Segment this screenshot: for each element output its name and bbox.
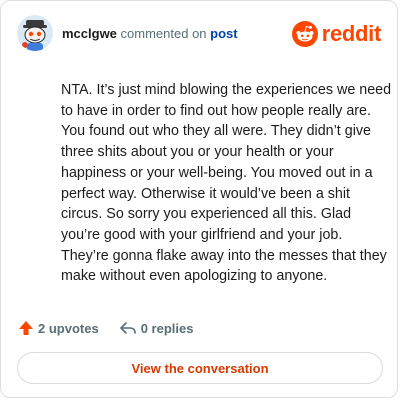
comment-header: mcclgwe commented on post reddit (17, 15, 381, 55)
comment-actions: 2 upvotes 0 replies (18, 317, 213, 339)
reply-arrow-icon (119, 322, 136, 334)
snoo-avatar-icon (17, 15, 53, 51)
reply-count: 0 replies (140, 320, 194, 336)
upvote-count: 2 upvotes (38, 320, 99, 336)
username[interactable]: mcclgwe (62, 26, 117, 41)
comment-meta: mcclgwe commented on post (62, 26, 238, 41)
brand-wordmark: reddit (321, 21, 382, 46)
reddit-logo-icon (291, 21, 318, 47)
comment-body: NTA. It’s just mind blowing the experien… (61, 82, 392, 285)
upvote-button[interactable]: 2 upvotes (18, 320, 99, 336)
post-link[interactable]: post (210, 26, 237, 41)
view-conversation-button[interactable]: View the conversation (17, 352, 383, 384)
avatar[interactable] (17, 15, 53, 51)
reply-button[interactable]: 0 replies (119, 320, 194, 336)
action-text: commented on (120, 26, 207, 41)
upvote-arrow-icon (19, 321, 33, 335)
brand-logo[interactable]: reddit (291, 20, 382, 48)
comment-card: mcclgwe commented on post reddit NTA. It… (0, 0, 398, 398)
